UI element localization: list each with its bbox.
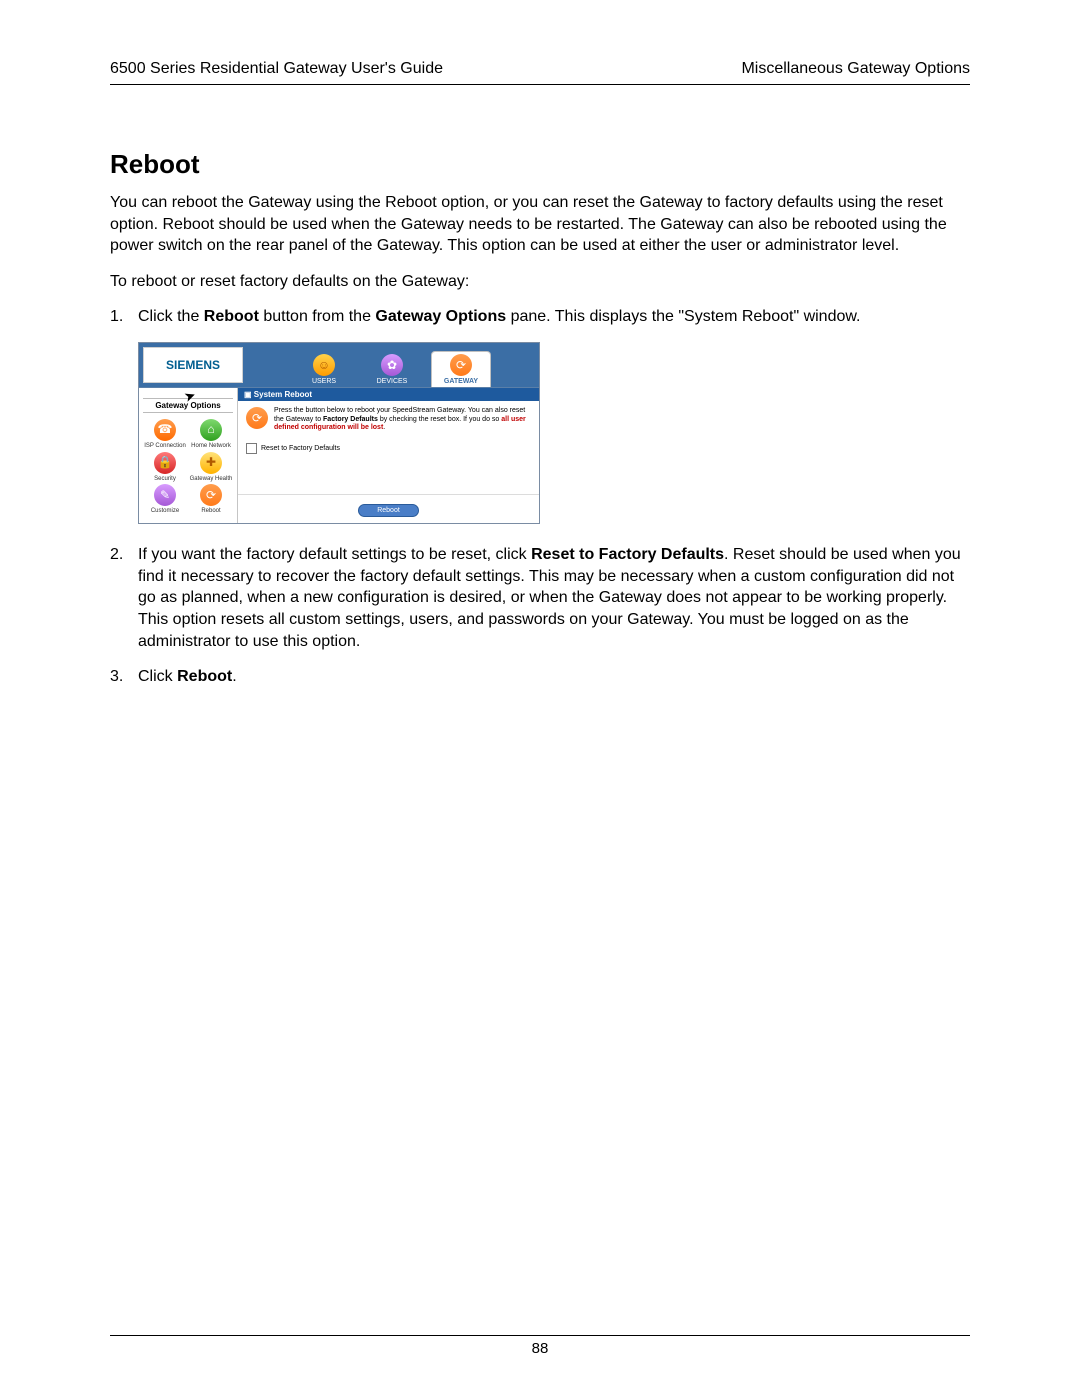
page-footer: 88 <box>110 1335 970 1357</box>
sidebar-item-label: Gateway Health <box>190 476 233 482</box>
step1-text: Click the <box>138 308 204 325</box>
tab-gateway-label: GATEWAY <box>444 378 478 385</box>
sidebar-item-reboot[interactable]: ⟳ Reboot <box>189 484 233 515</box>
devices-icon: ✿ <box>381 354 403 376</box>
step-number: 1. <box>110 306 138 328</box>
step1-text: pane. This displays the "System Reboot" … <box>506 308 860 325</box>
step1-bold1: Reboot <box>204 308 259 325</box>
step-2: 2. If you want the factory default setti… <box>110 544 970 652</box>
sidebar-item-label: Home Network <box>191 443 231 449</box>
sidebar-item-customize[interactable]: ✎ Customize <box>143 484 187 515</box>
reboot-button[interactable]: Reboot <box>358 504 419 517</box>
tab-users-label: USERS <box>312 378 336 385</box>
step3-bold: Reboot <box>177 668 232 685</box>
gateway-icon: ⟳ <box>450 354 472 376</box>
step-3: 3. Click Reboot. <box>110 666 970 688</box>
sidebar-item-home-network[interactable]: ⌂ Home Network <box>189 419 233 450</box>
panel-description: Press the button below to reboot your Sp… <box>274 407 531 433</box>
sidebar-item-label: ISP Connection <box>144 443 186 449</box>
header-left: 6500 Series Residential Gateway User's G… <box>110 60 443 78</box>
isp-connection-icon: ☎ <box>154 419 176 441</box>
step3-text: Click <box>138 668 177 685</box>
tab-gateway[interactable]: ⟳ GATEWAY <box>431 351 491 387</box>
home-network-icon: ⌂ <box>200 419 222 441</box>
tab-devices-label: DEVICES <box>377 378 408 385</box>
step2-bold: Reset to Factory Defaults <box>531 546 724 563</box>
gateway-health-icon: ✚ <box>200 452 222 474</box>
step-number: 3. <box>110 666 138 688</box>
step1-bold2: Gateway Options <box>375 308 506 325</box>
step-number: 2. <box>110 544 138 652</box>
header-right: Miscellaneous Gateway Options <box>741 60 970 78</box>
users-icon: ☺ <box>313 354 335 376</box>
security-icon: 🔒 <box>154 452 176 474</box>
tab-users[interactable]: ☺ USERS <box>295 352 353 387</box>
sidebar-item-label: Customize <box>151 508 179 514</box>
sidebar-title: ➤ Gateway Options <box>143 398 233 413</box>
panel-header: ▣ System Reboot <box>238 388 539 401</box>
tab-devices[interactable]: ✿ DEVICES <box>363 352 421 387</box>
step-1: 1. Click the Reboot button from the Gate… <box>110 306 970 328</box>
step2-text: If you want the factory default settings… <box>138 546 531 563</box>
customize-icon: ✎ <box>154 484 176 506</box>
shot-header-bar: SIEMENS ☺ USERS ✿ DEVICES ⟳ GATEWAY <box>139 343 539 388</box>
section-title: Reboot <box>110 149 970 180</box>
panel-header-icon: ▣ <box>244 390 254 399</box>
step1-text: button from the <box>259 308 376 325</box>
intro-paragraph: You can reboot the Gateway using the Reb… <box>110 192 970 257</box>
reboot-icon: ⟳ <box>200 484 222 506</box>
checkbox-label: Reset to Factory Defaults <box>261 445 340 452</box>
sidebar-item-label: Security <box>154 476 176 482</box>
main-panel: ▣ System Reboot ⟳ Press the button below… <box>238 388 539 523</box>
reboot-panel-icon: ⟳ <box>246 407 268 429</box>
sidebar-item-label: Reboot <box>201 508 220 514</box>
page-header: 6500 Series Residential Gateway User's G… <box>110 60 970 85</box>
sidebar: ➤ Gateway Options ☎ ISP Connection ⌂ Hom… <box>139 388 238 523</box>
step3-text: . <box>232 668 236 685</box>
sidebar-item-isp-connection[interactable]: ☎ ISP Connection <box>143 419 187 450</box>
siemens-logo: SIEMENS <box>143 347 243 383</box>
reset-checkbox-row[interactable]: Reset to Factory Defaults <box>238 437 539 494</box>
lead-paragraph: To reboot or reset factory defaults on t… <box>110 271 970 293</box>
top-tabs: ☺ USERS ✿ DEVICES ⟳ GATEWAY <box>247 343 539 387</box>
sidebar-item-security[interactable]: 🔒 Security <box>143 452 187 483</box>
sidebar-item-gateway-health[interactable]: ✚ Gateway Health <box>189 452 233 483</box>
page-number: 88 <box>532 1340 549 1357</box>
checkbox-icon[interactable] <box>246 443 257 454</box>
embedded-screenshot: SIEMENS ☺ USERS ✿ DEVICES ⟳ GATEWAY <box>138 342 540 524</box>
